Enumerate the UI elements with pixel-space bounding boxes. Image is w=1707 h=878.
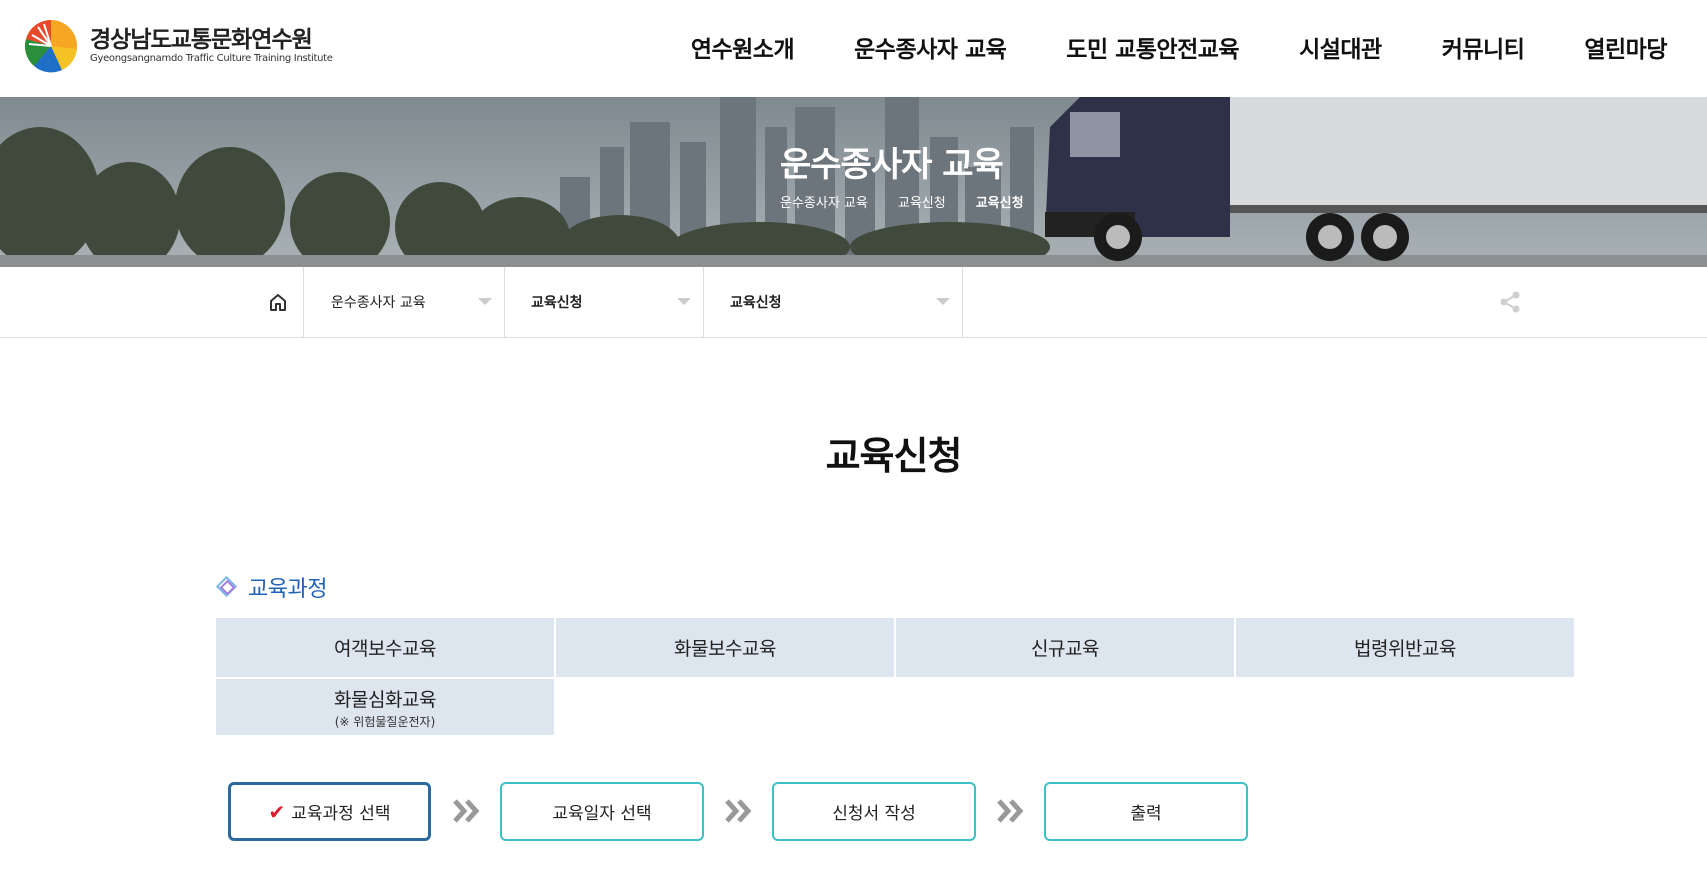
- location-select-depth1[interactable]: 운수종사자 교육: [305, 267, 505, 337]
- banner-crumb-current: 교육신청: [975, 196, 1024, 211]
- nav-item-driver-education[interactable]: 운수종사자 교육: [854, 30, 1007, 64]
- location-select-label: 교육신청: [730, 295, 782, 311]
- location-select-label: 교육신청: [531, 295, 583, 311]
- home-button[interactable]: [252, 267, 304, 337]
- logo-title: 경상남도교통문화연수원: [90, 27, 313, 53]
- caret-down-icon: [677, 298, 691, 305]
- course-label: 법령위반교육: [1354, 638, 1456, 660]
- location-select-depth2[interactable]: 교육신청: [505, 267, 704, 337]
- home-icon: [269, 294, 286, 311]
- logo-emblem-icon: [24, 19, 78, 73]
- nav-item-community[interactable]: 커뮤니티: [1442, 30, 1525, 64]
- caret-down-icon: [478, 298, 492, 305]
- step-label: 출력: [1130, 804, 1162, 824]
- nav-item-about[interactable]: 연수원소개: [691, 30, 795, 64]
- course-new[interactable]: 신규교육: [896, 618, 1234, 677]
- step-print[interactable]: 출력: [1044, 782, 1248, 841]
- course-label: 신규교육: [1031, 638, 1099, 660]
- banner-crumb-item: 교육신청: [897, 196, 946, 211]
- diamond-icon: [216, 576, 238, 598]
- share-button[interactable]: [1497, 289, 1523, 315]
- caret-down-icon: [936, 298, 950, 305]
- logo-subtitle: Gyeongsangnamdo Traffic Culture Training…: [90, 53, 333, 64]
- location-select-label: 운수종사자 교육: [331, 295, 426, 311]
- course-label: 화물보수교육: [674, 638, 776, 660]
- course-label: 여객보수교육: [334, 638, 436, 660]
- section-title: 교육과정: [248, 577, 327, 602]
- step-label: 신청서 작성: [832, 804, 916, 824]
- course-cargo-refresher[interactable]: 화물보수교육: [556, 618, 894, 677]
- banner-title: 운수종사자 교육: [780, 145, 1004, 185]
- step-label: 교육일자 선택: [552, 804, 652, 824]
- site-logo[interactable]: 경상남도교통문화연수원 Gyeongsangnamdo Traffic Cult…: [24, 18, 333, 74]
- double-chevron-right-icon: [997, 799, 1024, 823]
- page-title: 교육신청: [825, 434, 963, 478]
- main-nav: 연수원소개 운수종사자 교육 도민 교통안전교육 시설대관 커뮤니티 열린마당: [631, 30, 1668, 64]
- banner-breadcrumb: 운수종사자 교육 교육신청 교육신청: [780, 192, 1054, 211]
- course-label: 화물심화교육: [334, 688, 436, 711]
- sub-visual-banner: 운수종사자 교육 운수종사자 교육 교육신청 교육신청: [0, 97, 1707, 267]
- share-icon: [1500, 291, 1520, 313]
- step-select-course[interactable]: ✔ 교육과정 선택: [228, 782, 431, 841]
- section-heading: 교육과정: [216, 571, 327, 603]
- double-chevron-right-icon: [453, 799, 480, 823]
- nav-item-open-forum[interactable]: 열린마당: [1584, 30, 1667, 64]
- course-violation[interactable]: 법령위반교육: [1236, 618, 1574, 677]
- course-passenger-refresher[interactable]: 여객보수교육: [216, 618, 554, 677]
- nav-item-citizen-safety[interactable]: 도민 교통안전교육: [1066, 30, 1239, 64]
- location-select-depth3[interactable]: 교육신청: [704, 267, 963, 337]
- nav-item-facility-rental[interactable]: 시설대관: [1299, 30, 1382, 64]
- course-cargo-advanced[interactable]: 화물심화교육 (※ 위험물질운전자): [216, 679, 554, 735]
- course-sublabel: (※ 위험물질운전자): [334, 714, 436, 729]
- step-label: 교육과정 선택: [291, 804, 391, 824]
- banner-crumb-item: 운수종사자 교육: [780, 196, 868, 211]
- step-select-date[interactable]: 교육일자 선택: [500, 782, 704, 841]
- location-bar: 운수종사자 교육 교육신청 교육신청: [0, 267, 1707, 338]
- double-chevron-right-icon: [725, 799, 752, 823]
- check-icon: ✔: [268, 799, 286, 824]
- step-write-application[interactable]: 신청서 작성: [772, 782, 976, 841]
- site-header: 경상남도교통문화연수원 Gyeongsangnamdo Traffic Cult…: [0, 0, 1707, 97]
